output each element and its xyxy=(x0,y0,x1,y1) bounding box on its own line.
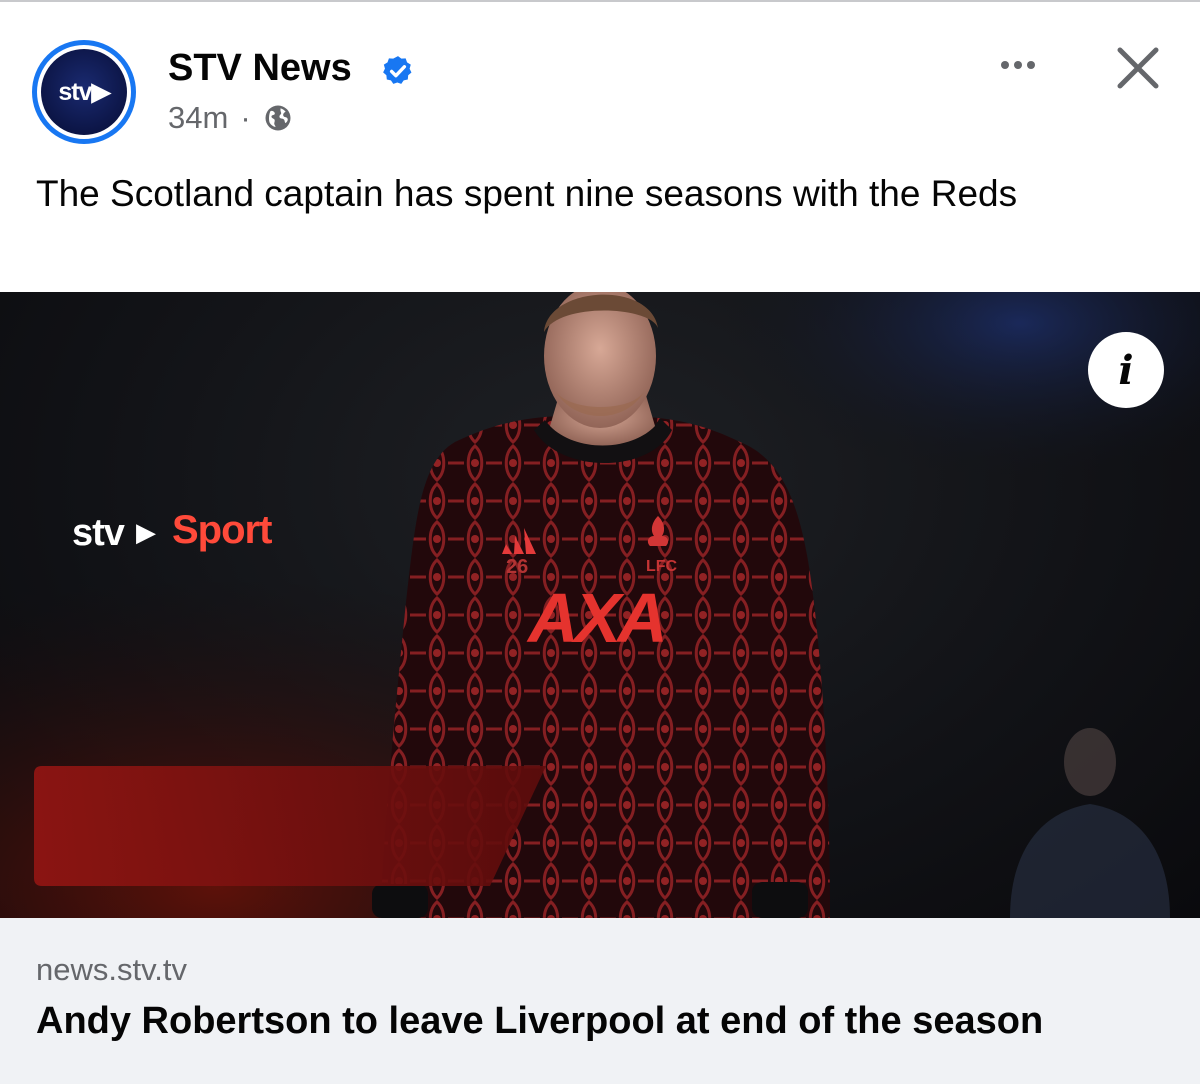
verified-badge-icon xyxy=(383,56,412,84)
crest-text: LFC xyxy=(646,558,678,575)
post-meta: 34m · xyxy=(168,98,293,138)
kit-number: 26 xyxy=(506,556,529,578)
more-dot xyxy=(1001,61,1009,69)
globe-icon xyxy=(265,105,291,131)
lfc-crest-icon xyxy=(640,514,676,560)
info-icon[interactable]: i xyxy=(1088,332,1164,408)
top-divider xyxy=(0,0,1200,2)
page-name[interactable]: STV News xyxy=(168,44,352,92)
sport-label: Sport xyxy=(172,508,272,552)
stv-sport-banner xyxy=(34,766,546,886)
adidas-logo-icon xyxy=(500,522,540,556)
stv-logo-icon: stv ▶ xyxy=(41,49,127,135)
post-text: The Scotland captain has spent nine seas… xyxy=(36,173,1018,214)
sponsor-logo: AXA xyxy=(528,579,668,657)
more-dot xyxy=(1014,61,1022,69)
page-avatar[interactable]: stv ▶ xyxy=(32,40,136,144)
stv-overlay-text: stv xyxy=(72,512,125,554)
play-triangle-icon: ▶ xyxy=(91,78,110,106)
link-headline[interactable]: Andy Robertson to leave Liverpool at end… xyxy=(36,996,1043,1046)
more-options-icon[interactable] xyxy=(990,48,1046,82)
meta-separator: · xyxy=(240,100,251,135)
link-domain: news.stv.tv xyxy=(36,952,188,987)
play-triangle-icon: ▶ xyxy=(136,517,156,547)
more-dot xyxy=(1027,61,1035,69)
close-icon[interactable] xyxy=(1108,38,1168,98)
post-timestamp[interactable]: 34m xyxy=(168,98,228,138)
post-image[interactable]: 26 LFC AXA i stv ▶ Sport xyxy=(0,292,1200,918)
avatar-logo-text: stv xyxy=(58,77,92,106)
